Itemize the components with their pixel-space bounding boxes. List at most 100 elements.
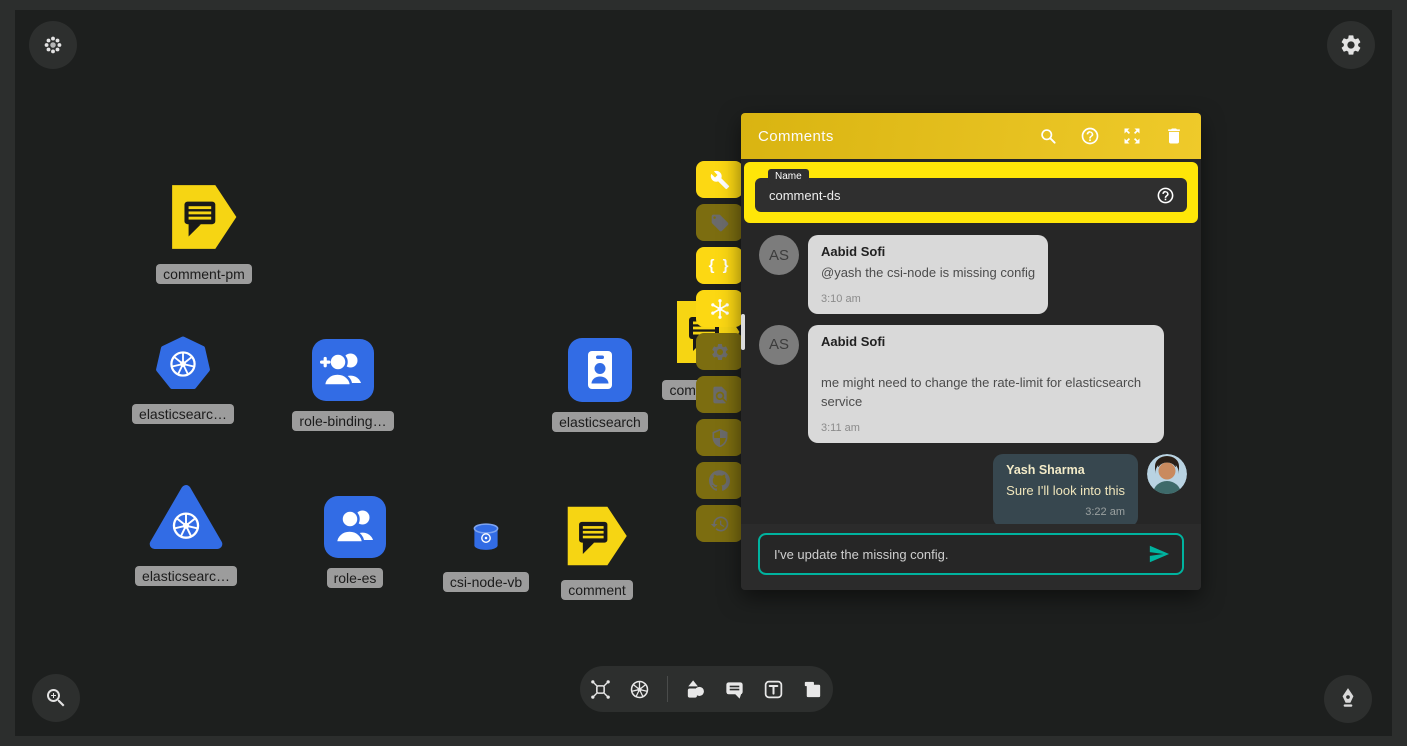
- shapes-icon: [684, 678, 707, 701]
- message-row: Yash Sharma Sure I'll look into this 3:2…: [759, 454, 1187, 525]
- configure-button[interactable]: [696, 161, 743, 198]
- security-button[interactable]: [696, 419, 743, 456]
- message-spacer: [821, 349, 1151, 369]
- braces-icon: { }: [709, 257, 731, 274]
- message-row: AS Aabid Sofi me might need to change th…: [759, 325, 1187, 443]
- hub-icon: [709, 298, 731, 320]
- tag-icon: [710, 213, 730, 233]
- zoom-in-button[interactable]: [32, 674, 80, 722]
- text-tool-button[interactable]: [762, 678, 785, 701]
- avatar: AS: [759, 325, 799, 365]
- text-tool-icon: [762, 678, 785, 701]
- kubernetes-tool-button[interactable]: [628, 678, 651, 701]
- message-text: Sure I'll look into this: [1006, 481, 1125, 501]
- node-csi-node-vb[interactable]: csi-node-vb: [426, 518, 546, 592]
- search-icon[interactable]: [1038, 126, 1058, 146]
- inspect-button[interactable]: [696, 376, 743, 413]
- message-time: 3:11 am: [821, 422, 1151, 434]
- history-button[interactable]: [696, 505, 743, 542]
- comment-tool-button[interactable]: [723, 678, 746, 701]
- comment-node-icon: [563, 502, 631, 570]
- role-binding-icon: [312, 339, 374, 401]
- delete-icon[interactable]: [1164, 126, 1184, 146]
- shape-tools-toolbar: [580, 666, 833, 712]
- expand-icon[interactable]: [1122, 126, 1142, 146]
- message-author: Aabid Sofi: [821, 334, 1151, 349]
- node-elasticsearch-triangle[interactable]: elasticsearc…: [126, 478, 246, 586]
- avatar-photo: [1147, 454, 1187, 494]
- app-logo-button[interactable]: [29, 21, 77, 69]
- shapes-tool-button[interactable]: [684, 678, 707, 701]
- node-label: role-binding…: [292, 411, 393, 431]
- comments-scrollbar[interactable]: [741, 314, 745, 350]
- name-field-label: Name: [768, 169, 809, 184]
- comment-input-row: [741, 524, 1201, 590]
- node-label: role-es: [327, 568, 384, 588]
- gear-icon: [710, 342, 730, 362]
- note-tool-button[interactable]: [801, 678, 824, 701]
- name-input[interactable]: [767, 187, 1156, 204]
- kubernetes-wheel-icon: [628, 678, 651, 701]
- history-icon: [710, 514, 730, 534]
- note-icon: [801, 678, 824, 701]
- shield-icon: [710, 428, 730, 448]
- node-elasticsearch-serviceaccount[interactable]: elasticsearch: [540, 338, 660, 432]
- panel-title: Comments: [758, 128, 1038, 145]
- node-label: csi-node-vb: [443, 572, 529, 592]
- message-bubble: Aabid Sofi @yash the csi-node is missing…: [808, 235, 1048, 314]
- doc-search-icon: [710, 385, 730, 405]
- name-help-icon[interactable]: [1156, 186, 1175, 205]
- comment-node-icon: [167, 180, 241, 254]
- toolbar-divider: [667, 676, 668, 702]
- comments-panel: Comments Name AS Aabid Sofi @yash the cs…: [741, 113, 1201, 590]
- message-text: @yash the csi-node is missing config: [821, 263, 1035, 283]
- node-role-es[interactable]: role-es: [295, 496, 415, 588]
- comment-bubble-icon: [723, 678, 746, 701]
- message-bubble: Aabid Sofi me might need to change the r…: [808, 325, 1164, 443]
- message-row: AS Aabid Sofi @yash the csi-node is miss…: [759, 235, 1187, 314]
- gear-icon: [1339, 33, 1363, 57]
- send-button[interactable]: [1148, 543, 1170, 565]
- integrations-tool-button[interactable]: [589, 678, 612, 701]
- message-time: 3:10 am: [821, 293, 1035, 305]
- integration-icon: [589, 678, 612, 701]
- node-label: comment: [561, 580, 633, 600]
- zoom-in-icon: [44, 686, 68, 710]
- role-icon: [324, 496, 386, 558]
- message-author: Yash Sharma: [1006, 463, 1125, 477]
- mesh-button[interactable]: [696, 290, 743, 327]
- comment-input[interactable]: [772, 546, 1140, 563]
- labels-button[interactable]: [696, 204, 743, 241]
- help-icon[interactable]: [1080, 126, 1100, 146]
- node-label: elasticsearc…: [135, 566, 237, 586]
- node-comment[interactable]: comment: [537, 502, 657, 600]
- settings-button[interactable]: [1327, 21, 1375, 69]
- kubernetes-heptagon-icon: [153, 334, 213, 394]
- node-role-binding[interactable]: role-binding…: [283, 339, 403, 431]
- pen-nib-icon: [1335, 686, 1361, 712]
- comments-panel-header[interactable]: Comments: [741, 113, 1201, 159]
- name-field-container: Name: [744, 162, 1198, 223]
- node-label: elasticsearc…: [132, 404, 234, 424]
- comments-message-list[interactable]: AS Aabid Sofi @yash the csi-node is miss…: [741, 226, 1201, 524]
- json-config-button[interactable]: { }: [696, 247, 743, 284]
- node-comment-pm[interactable]: comment-pm: [144, 180, 264, 284]
- node-action-toolbar: { }: [696, 161, 743, 542]
- send-icon: [1148, 543, 1170, 565]
- node-elasticsearch-heptagon[interactable]: elasticsearc…: [123, 334, 243, 424]
- message-text: me might need to change the rate-limit f…: [821, 373, 1151, 412]
- message-time: 3:22 am: [1006, 506, 1125, 518]
- avatar: AS: [759, 235, 799, 275]
- person-photo: [1147, 454, 1187, 494]
- message-bubble: Yash Sharma Sure I'll look into this 3:2…: [993, 454, 1138, 525]
- node-label: comment-pm: [156, 264, 252, 284]
- service-account-icon: [568, 338, 632, 402]
- pen-tool-button[interactable]: [1324, 675, 1372, 723]
- github-icon: [709, 470, 730, 491]
- node-settings-button[interactable]: [696, 333, 743, 370]
- github-button[interactable]: [696, 462, 743, 499]
- node-label: elasticsearch: [552, 412, 648, 432]
- flower-icon: [42, 34, 64, 56]
- kubernetes-triangle-icon: [147, 478, 225, 556]
- storage-cylinder-icon: [467, 518, 505, 556]
